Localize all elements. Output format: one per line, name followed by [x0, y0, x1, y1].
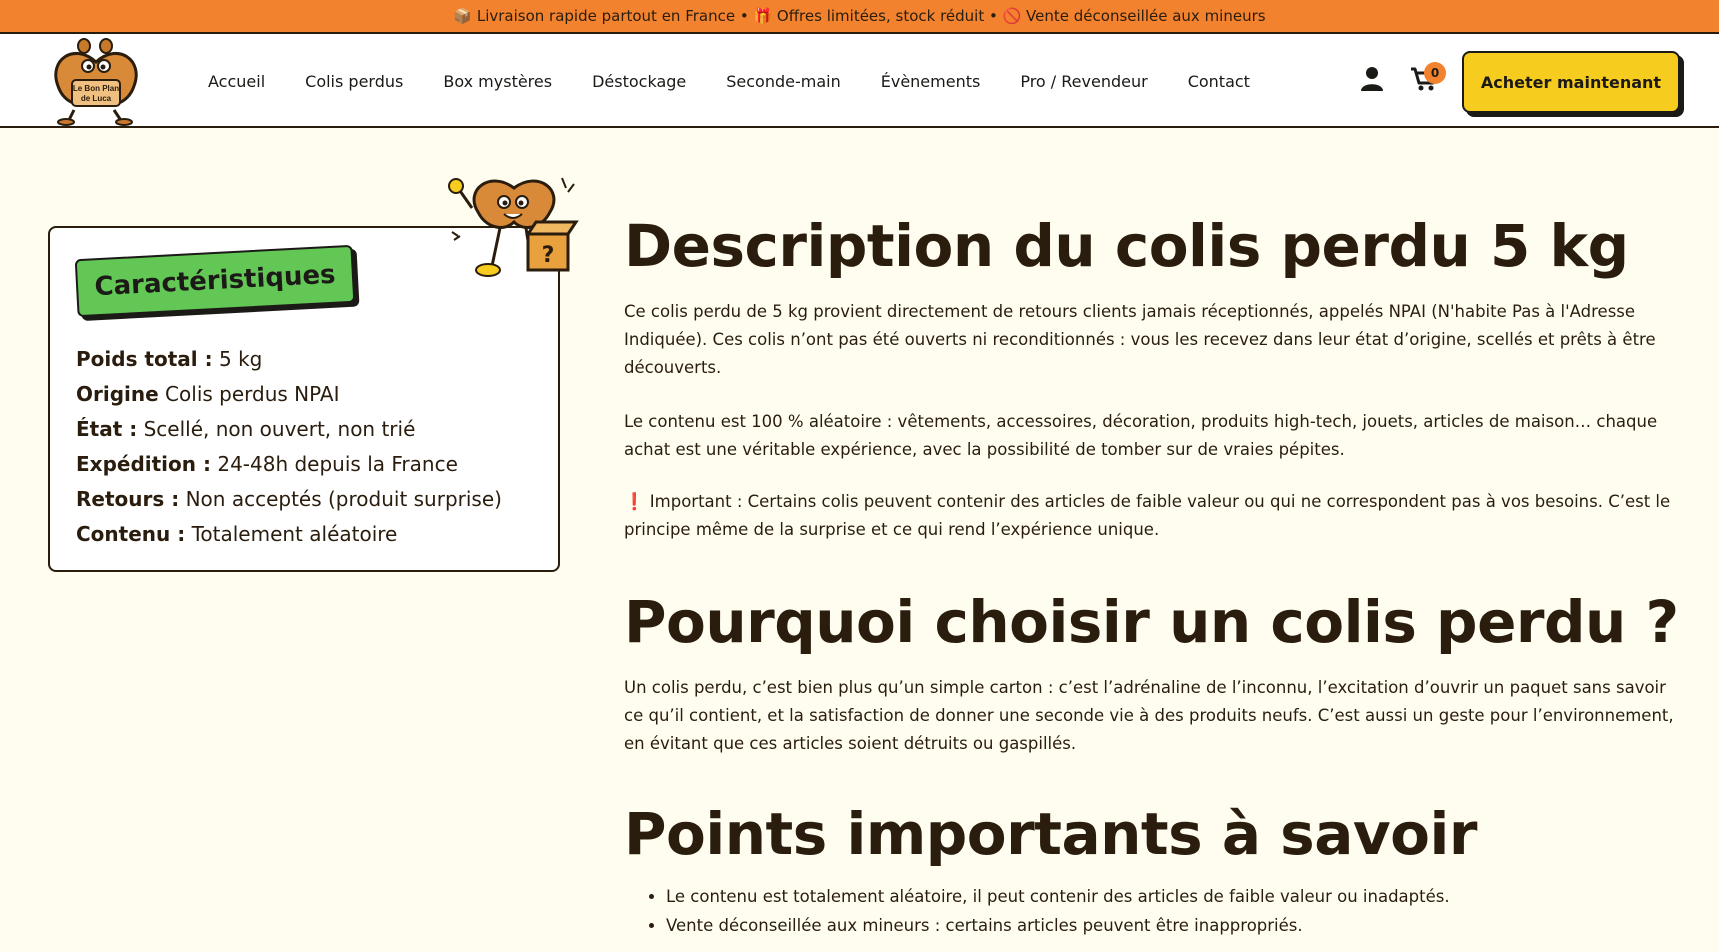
spec-key: État : [76, 417, 138, 441]
nav-colis-perdus[interactable]: Colis perdus [305, 72, 403, 91]
description-paragraph-1: Ce colis perdu de 5 kg provient directem… [624, 302, 1656, 377]
section-title-pourquoi: Pourquoi choisir un colis perdu ? [624, 588, 1679, 656]
spec-value: 5 kg [212, 347, 263, 371]
nav-box-mysteres[interactable]: Box mystères [443, 72, 552, 91]
user-icon[interactable] [1360, 66, 1384, 92]
spec-item-expedition: Expédition : 24-48h depuis la France [76, 447, 546, 482]
spec-value: 24-48h depuis la France [210, 452, 458, 476]
pretzel-mascot-illustration: ? [448, 177, 579, 277]
list-item: Vente déconseillée aux mineurs : certain… [666, 911, 1678, 940]
spec-value: Non acceptés (produit surprise) [179, 487, 502, 511]
section-title-points: Points importants à savoir [624, 800, 1477, 868]
spec-item-origine: Origine Colis perdus NPAI [76, 377, 546, 412]
description-paragraph-2: Le contenu est 100 % aléatoire : vêtemen… [624, 412, 1658, 459]
nav-pro-revendeur[interactable]: Pro / Revendeur [1020, 72, 1147, 91]
nav-evenements[interactable]: Évènements [881, 72, 981, 91]
spec-key: Origine [76, 382, 159, 406]
cart-count-badge: 0 [1424, 62, 1446, 84]
spec-key: Contenu : [76, 522, 186, 546]
spec-key: Retours : [76, 487, 180, 511]
description-paragraph-3: ❗ Important : Certains colis peuvent con… [624, 492, 1671, 539]
nav-destockage[interactable]: Déstockage [592, 72, 686, 91]
pretzel-logo[interactable]: Le Bon Plan de Luca [44, 36, 148, 126]
spec-key: Poids total : [76, 347, 213, 371]
spec-item-etat: État : Scellé, non ouvert, non trié [76, 412, 546, 447]
main-nav: Accueil Colis perdus Box mystères Déstoc… [208, 34, 1290, 128]
spec-value: Scellé, non ouvert, non trié [137, 417, 416, 441]
section-title-description: Description du colis perdu 5 kg [624, 212, 1629, 280]
spec-value: Totalement aléatoire [185, 522, 398, 546]
nav-seconde-main[interactable]: Seconde-main [726, 72, 840, 91]
nav-accueil[interactable]: Accueil [208, 72, 265, 91]
spec-item-poids: Poids total : 5 kg [76, 342, 546, 377]
logo-text-line2: de Luca [81, 94, 112, 103]
spec-item-contenu: Contenu : Totalement aléatoire [76, 517, 546, 552]
list-item: Le contenu est totalement aléatoire, il … [666, 882, 1678, 911]
spec-key: Expédition : [76, 452, 211, 476]
announcement-bar: 📦 Livraison rapide partout en France • 🎁… [0, 0, 1719, 34]
nav-contact[interactable]: Contact [1188, 72, 1250, 91]
announcement-text: 📦 Livraison rapide partout en France • 🎁… [453, 7, 1266, 25]
pourquoi-paragraph: Un colis perdu, c’est bien plus qu’un si… [624, 678, 1674, 753]
spec-list: Poids total : 5 kg Origine Colis perdus … [76, 342, 546, 552]
spec-item-retours: Retours : Non acceptés (produit surprise… [76, 482, 546, 517]
buy-now-button[interactable]: Acheter maintenant [1462, 51, 1680, 113]
svg-text:?: ? [542, 243, 555, 268]
logo-text-line1: Le Bon Plan [73, 84, 119, 93]
spec-value: Colis perdus NPAI [158, 382, 340, 406]
points-list: Le contenu est totalement aléatoire, il … [648, 882, 1678, 940]
